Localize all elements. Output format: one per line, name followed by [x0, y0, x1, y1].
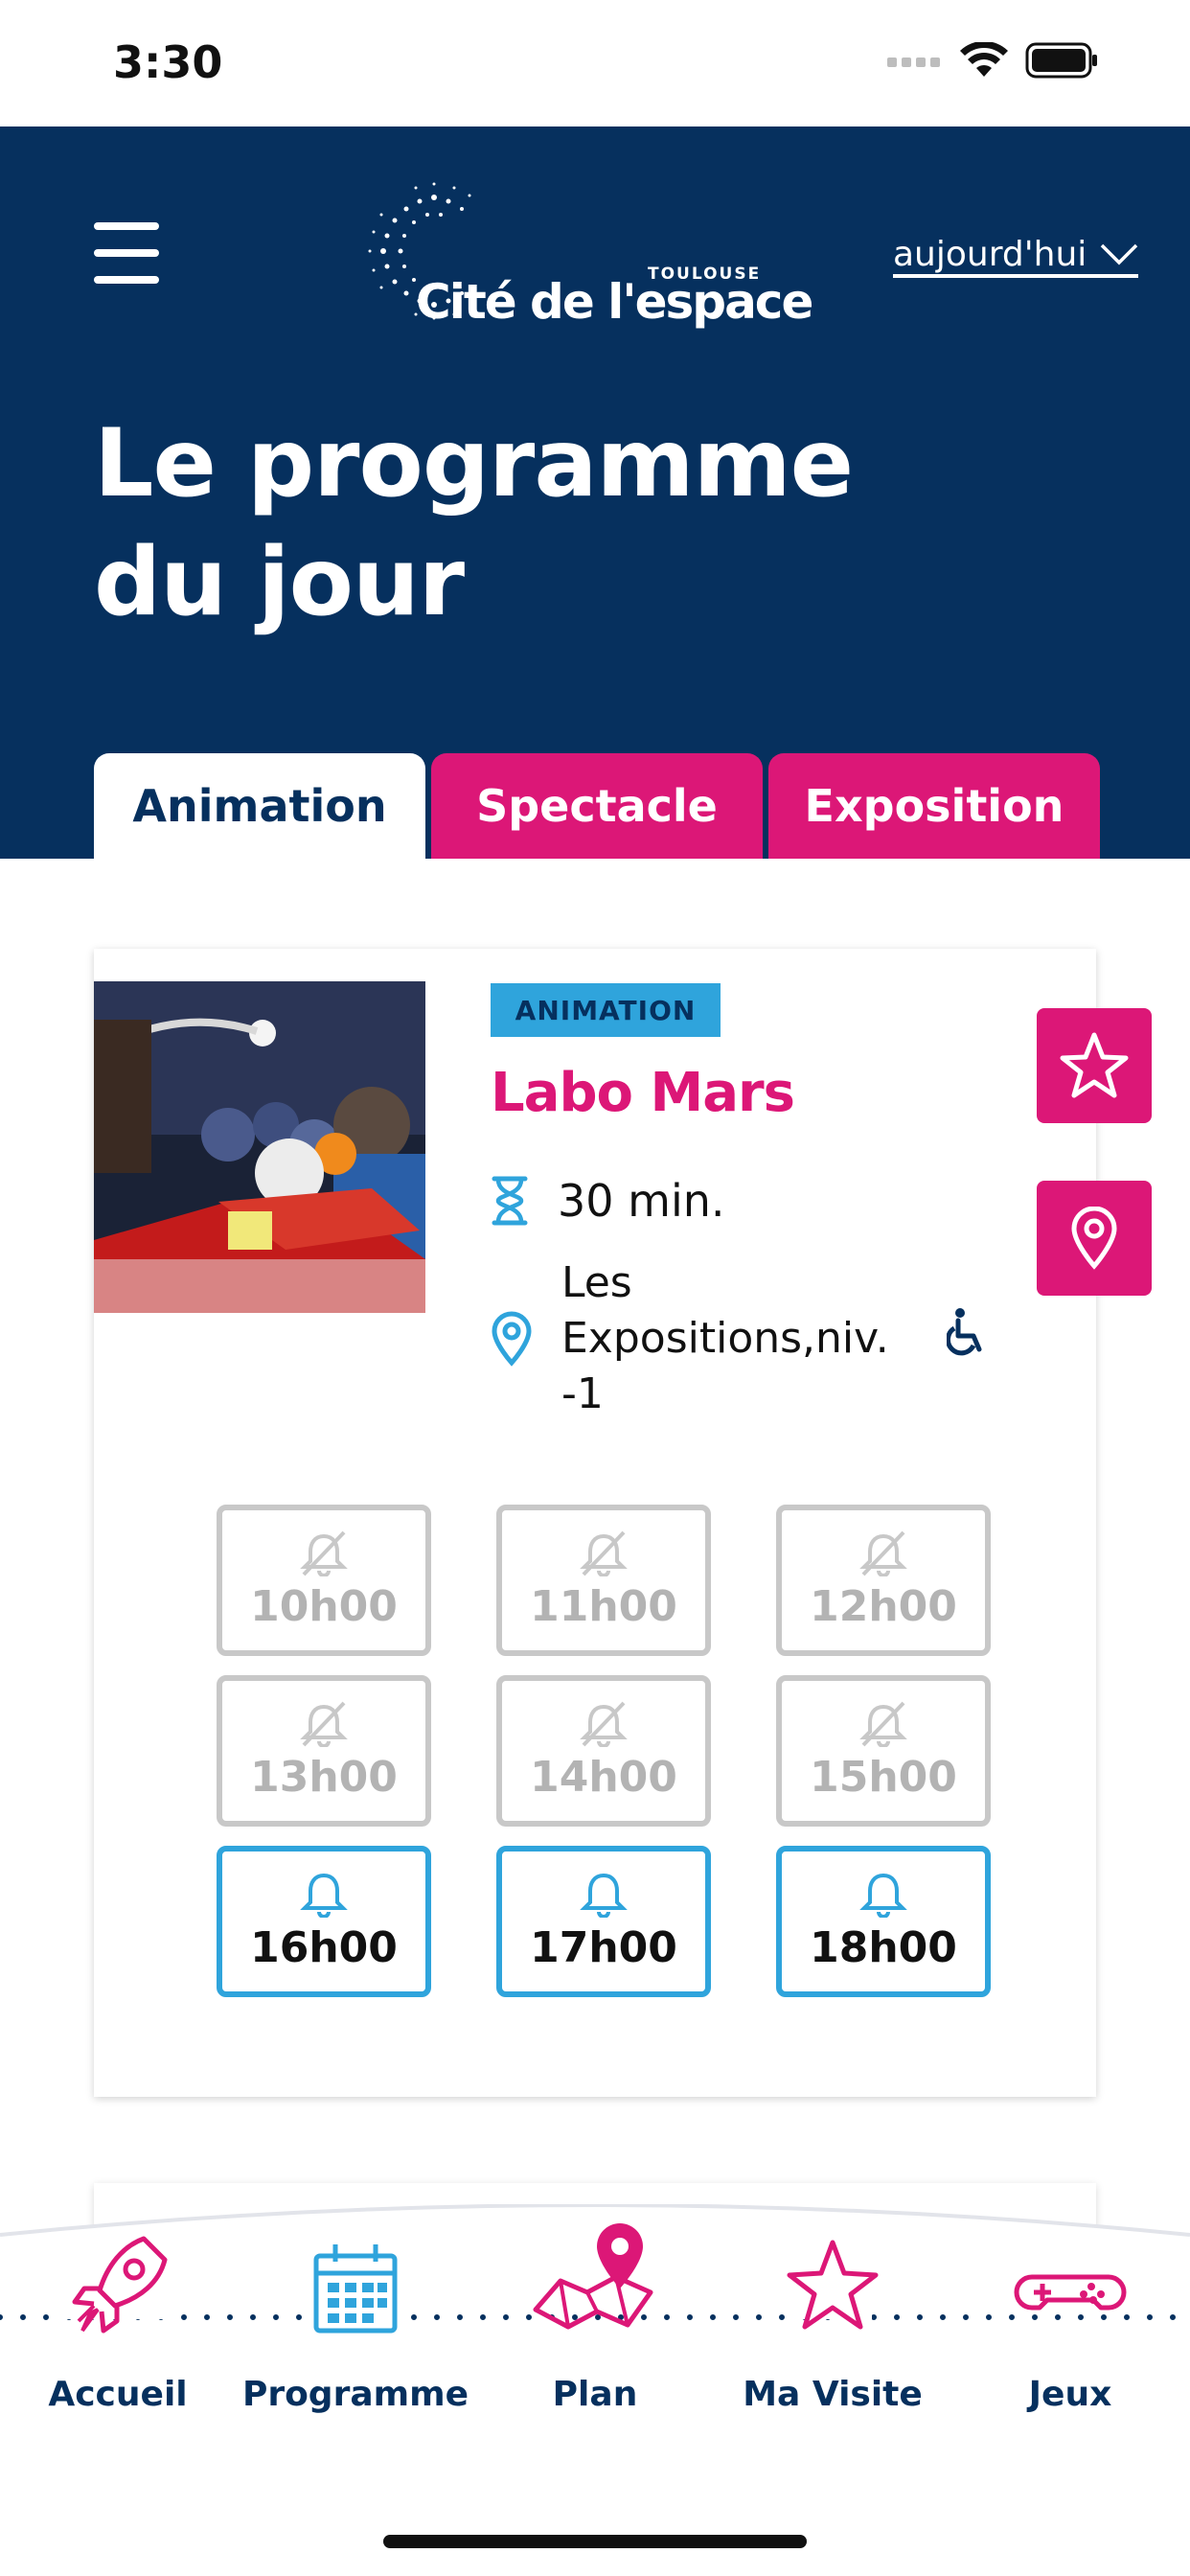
location-pin-icon	[492, 1311, 532, 1367]
page-title-line1: Le programme	[94, 409, 854, 518]
chevron-down-icon	[1100, 243, 1138, 265]
signal-icon	[887, 58, 940, 67]
status-time: 3:30	[113, 36, 223, 88]
date-dropdown[interactable]: aujourd'hui	[893, 234, 1138, 278]
time-label: 11h00	[530, 1581, 677, 1631]
bell-off-icon	[580, 1530, 628, 1576]
map-location-button[interactable]	[1037, 1181, 1152, 1296]
time-label: 13h00	[250, 1752, 398, 1802]
menu-button[interactable]	[94, 222, 159, 286]
nav-label: Accueil	[48, 2375, 188, 2414]
time-slot-disabled: 12h00	[776, 1505, 991, 1656]
favorite-button[interactable]	[1037, 1008, 1152, 1123]
time-slot-disabled: 10h00	[217, 1505, 431, 1656]
tab-spectacle[interactable]: Spectacle	[431, 753, 763, 859]
bell-off-icon	[859, 1530, 907, 1576]
bell-off-icon	[859, 1701, 907, 1747]
menu-bar	[94, 276, 159, 284]
calendar-icon	[312, 2244, 399, 2338]
time-slot-disabled: 15h00	[776, 1675, 991, 1827]
nav-label: Jeux	[1028, 2375, 1112, 2414]
category-tabs: Animation Spectacle Exposition	[94, 753, 1100, 859]
time-label: 15h00	[810, 1752, 957, 1802]
gamepad-icon	[1014, 2274, 1127, 2311]
wheelchair-icon	[947, 1308, 982, 1356]
logo-name: Cité de l'espace	[416, 274, 813, 330]
time-slot-disabled: 14h00	[496, 1675, 711, 1827]
location-text: Les Expositions,niv. -1	[561, 1255, 926, 1422]
time-label: 18h00	[810, 1922, 957, 1972]
page-title: Le programme du jour	[94, 404, 956, 642]
location-row: Les Expositions,niv. -1	[491, 1255, 926, 1422]
menu-bar	[94, 222, 159, 230]
page-title-line2: du jour	[94, 528, 465, 637]
time-label: 10h00	[250, 1581, 398, 1631]
bell-icon	[859, 1873, 907, 1918]
wifi-icon	[960, 42, 1008, 77]
time-label: 12h00	[810, 1581, 957, 1631]
time-label: 16h00	[250, 1922, 398, 1972]
hourglass-icon	[492, 1176, 528, 1226]
nav-jeux[interactable]: Jeux	[970, 2233, 1171, 2414]
category-badge: ANIMATION	[491, 983, 721, 1037]
time-slot-reminder[interactable]: 18h00	[776, 1846, 991, 1997]
time-label: 14h00	[530, 1752, 677, 1802]
home-indicator	[383, 2535, 807, 2548]
nav-label: Plan	[552, 2375, 638, 2414]
event-photo	[94, 981, 425, 1313]
event-title[interactable]: Labo Mars	[491, 1062, 795, 1124]
tab-animation[interactable]: Animation	[94, 753, 425, 859]
nav-programme[interactable]: Programme	[242, 2233, 469, 2414]
status-icons	[887, 42, 1098, 79]
bell-off-icon	[300, 1701, 348, 1747]
location-line: Les	[561, 1258, 632, 1307]
bell-off-icon	[300, 1530, 348, 1576]
duration-text: 30 min.	[558, 1175, 725, 1227]
location-line: -1	[561, 1369, 604, 1418]
time-slot-disabled: 13h00	[217, 1675, 431, 1827]
duration-row: 30 min.	[491, 1175, 725, 1227]
time-label: 17h00	[530, 1922, 677, 1972]
nav-label: Programme	[241, 2375, 469, 2414]
location-line: Expositions,niv.	[561, 1314, 889, 1363]
location-pin-icon	[1071, 1207, 1117, 1270]
star-icon	[787, 2240, 879, 2330]
nav-accueil[interactable]: Accueil	[17, 2233, 218, 2414]
battery-icon	[1025, 42, 1097, 79]
time-slot-reminder[interactable]: 17h00	[496, 1846, 711, 1997]
bell-icon	[580, 1873, 628, 1918]
date-dropdown-label: aujourd'hui	[893, 234, 1087, 274]
star-icon	[1060, 1032, 1129, 1098]
time-slot-disabled: 11h00	[496, 1505, 711, 1656]
header: TOULOUSE Cité de l'espace aujourd'hui Le…	[0, 126, 1190, 859]
menu-bar	[94, 249, 159, 257]
rocket-icon	[65, 2236, 171, 2334]
bell-icon	[300, 1873, 348, 1918]
status-bar: 3:30	[0, 0, 1190, 126]
time-slots: 10h00 11h00 12h00 13h00 14h00 15h00 16h0…	[217, 1505, 991, 1997]
map-pin-icon	[533, 2223, 653, 2330]
nav-label: Ma Visite	[743, 2375, 923, 2414]
nav-ma-visite[interactable]: Ma Visite	[732, 2233, 933, 2414]
nav-plan[interactable]: Plan	[494, 2223, 696, 2414]
logo: TOULOUSE Cité de l'espace	[362, 176, 813, 339]
time-slot-reminder[interactable]: 16h00	[217, 1846, 431, 1997]
tab-exposition[interactable]: Exposition	[768, 753, 1100, 859]
bell-off-icon	[580, 1701, 628, 1747]
event-card[interactable]: ANIMATION Labo Mars 30 min. Les Expositi…	[94, 949, 1096, 2097]
